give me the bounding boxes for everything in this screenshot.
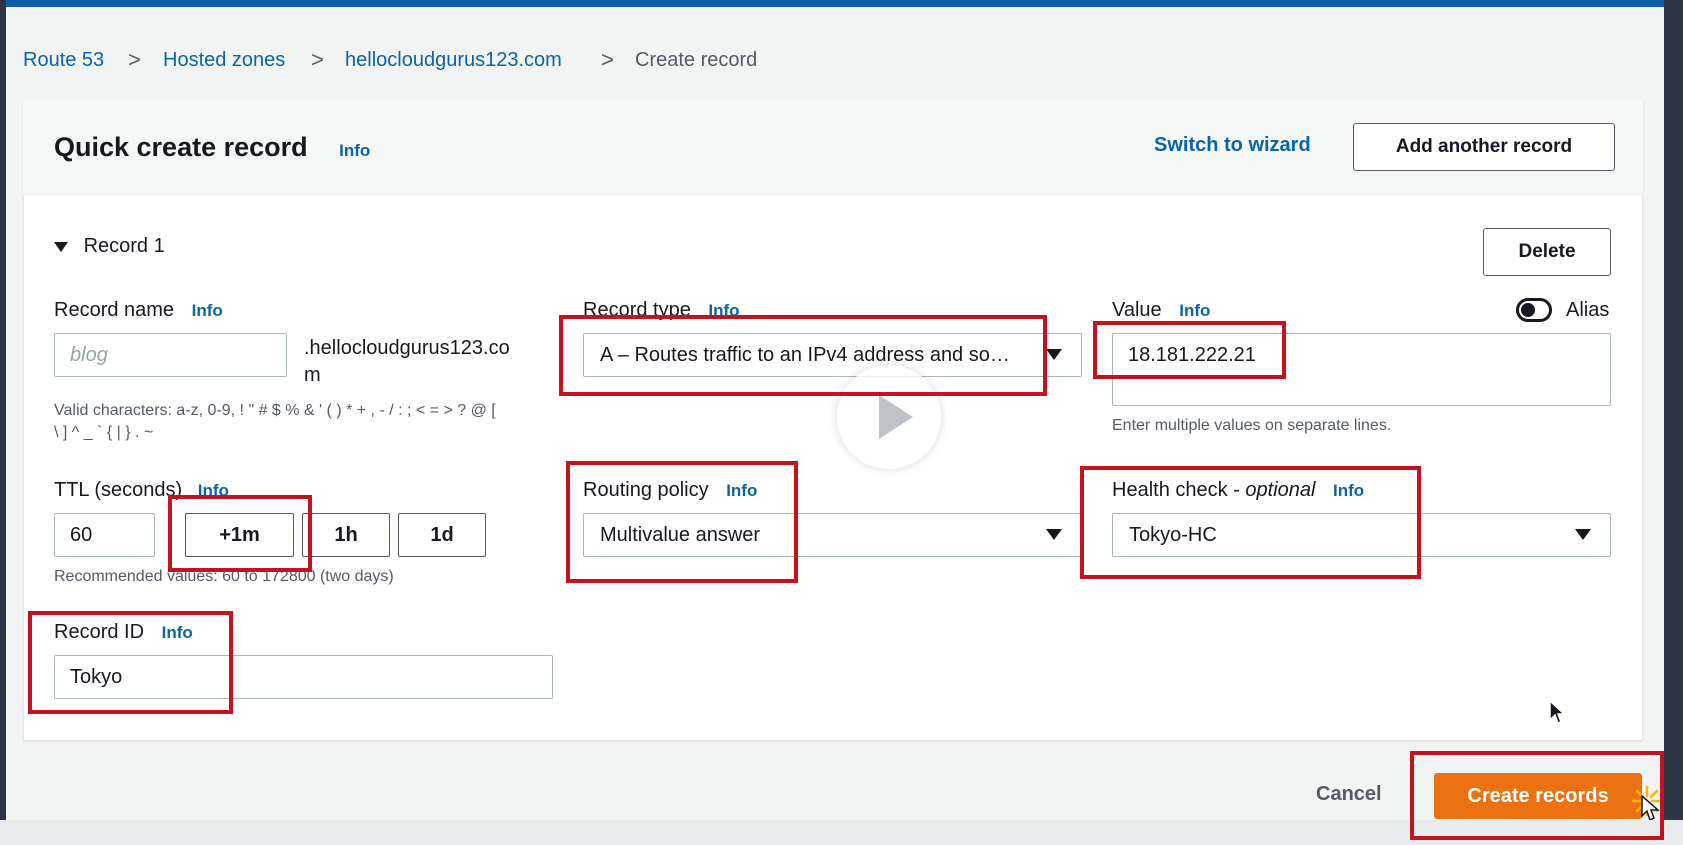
value-hint: Enter multiple values on separate lines. xyxy=(1112,417,1392,434)
breadcrumb-separator-icon: > xyxy=(128,47,141,72)
title-info-link[interactable]: Info xyxy=(339,141,370,160)
record-name-hint-line2: \ ] ^ _ ` { | } . ~ xyxy=(54,424,154,441)
page-title-text: Quick create record xyxy=(54,132,308,162)
record-id-input[interactable]: Tokyo xyxy=(54,655,553,699)
domain-suffix-line1: .hellocloudgurus123.co xyxy=(304,337,510,359)
ttl-1d-button[interactable]: 1d xyxy=(398,513,486,557)
breadcrumb-hosted-zones[interactable]: Hosted zones xyxy=(163,48,285,72)
record-type-caret-icon xyxy=(1046,349,1062,360)
record-type-select[interactable]: A – Routes traffic to an IPv4 address an… xyxy=(583,333,1082,377)
caret-down-icon xyxy=(54,241,68,252)
record-id-value: Tokyo xyxy=(70,665,123,688)
record-name-hint: Valid characters: a-z, 0-9, ! " # $ % & … xyxy=(54,400,574,444)
video-play-button[interactable] xyxy=(837,365,941,469)
health-check-info-link[interactable]: Info xyxy=(1333,481,1364,500)
health-check-select[interactable]: Tokyo-HC xyxy=(1112,513,1611,557)
alias-toggle[interactable] xyxy=(1516,298,1552,322)
page-title: Quick create record Info xyxy=(54,130,370,168)
add-another-record-button[interactable]: Add another record xyxy=(1353,123,1615,171)
routing-policy-value: Multivalue answer xyxy=(600,523,761,546)
health-check-caret-icon xyxy=(1575,529,1591,540)
ttl-plus-1m-button[interactable]: +1m xyxy=(185,513,294,557)
alias-label: Alias xyxy=(1566,299,1610,321)
routing-policy-info-link[interactable]: Info xyxy=(726,481,757,500)
delete-record-button[interactable]: Delete xyxy=(1483,228,1611,276)
breadcrumb-hosted-zone[interactable]: hellocloudgurus123.com xyxy=(345,48,562,72)
ttl-label: TTL (seconds) Info xyxy=(54,478,229,503)
value-text: 18.181.222.21 xyxy=(1128,344,1256,366)
record-type-label: Record type Info xyxy=(583,298,740,323)
record-id-label: Record ID Info xyxy=(54,620,193,645)
health-check-label-text: Health check - xyxy=(1112,479,1246,501)
record-name-hint-line1: Valid characters: a-z, 0-9, ! " # $ % & … xyxy=(54,402,496,419)
record-id-info-link[interactable]: Info xyxy=(162,623,193,642)
record-name-label-text: Record name xyxy=(54,299,175,321)
pointer-cursor-icon xyxy=(1641,795,1660,822)
play-icon xyxy=(879,395,913,439)
record-type-info-link[interactable]: Info xyxy=(708,301,739,320)
switch-to-wizard-link[interactable]: Switch to wizard xyxy=(1154,134,1311,157)
record-section-toggle[interactable]: Record 1 xyxy=(54,234,165,258)
value-label-text: Value xyxy=(1112,299,1162,321)
cancel-button[interactable]: Cancel xyxy=(1316,783,1382,806)
mouse-cursor-icon xyxy=(1549,700,1566,724)
value-info-link[interactable]: Info xyxy=(1179,301,1210,320)
ttl-info-link[interactable]: Info xyxy=(198,481,229,500)
record-name-info-link[interactable]: Info xyxy=(192,301,223,320)
ttl-1h-button[interactable]: 1h xyxy=(302,513,390,557)
health-check-optional: optional xyxy=(1245,479,1316,501)
health-check-label: Health check - optional Info xyxy=(1112,478,1364,503)
toggle-knob xyxy=(1521,303,1535,317)
breadcrumb-current: Create record xyxy=(635,49,758,71)
record-name-label: Record name Info xyxy=(54,298,223,323)
breadcrumb-separator-icon: > xyxy=(601,47,614,72)
breadcrumb-separator-icon: > xyxy=(311,47,324,72)
routing-policy-label-text: Routing policy xyxy=(583,479,709,501)
record-type-value: A – Routes traffic to an IPv4 address an… xyxy=(600,343,1010,366)
domain-suffix-line2: m xyxy=(304,364,321,386)
routing-policy-select[interactable]: Multivalue answer xyxy=(583,513,1082,557)
create-records-button[interactable]: Create records xyxy=(1434,773,1642,819)
record-name-placeholder: blog xyxy=(70,343,108,366)
breadcrumb-route53[interactable]: Route 53 xyxy=(23,48,104,72)
record-id-label-text: Record ID xyxy=(54,621,145,643)
left-edge xyxy=(0,0,6,845)
bottom-strip xyxy=(0,820,1683,845)
ttl-input[interactable]: 60 xyxy=(54,513,155,557)
record-section-label: Record 1 xyxy=(83,235,165,257)
ttl-label-text: TTL (seconds) xyxy=(54,479,183,501)
value-label: Value Info xyxy=(1112,298,1210,323)
ttl-hint: Recommended values: 60 to 172800 (two da… xyxy=(54,568,394,585)
record-type-label-text: Record type xyxy=(583,299,691,321)
record-name-input[interactable]: blog xyxy=(54,333,287,377)
record-name-domain-suffix: .hellocloudgurus123.co m xyxy=(304,336,510,387)
right-edge xyxy=(1664,0,1683,845)
routing-policy-label: Routing policy Info xyxy=(583,478,757,503)
routing-policy-caret-icon xyxy=(1046,529,1062,540)
value-textarea[interactable]: 18.181.222.21 xyxy=(1112,333,1611,406)
top-nav-bar xyxy=(0,0,1683,7)
ttl-value: 60 xyxy=(70,523,93,546)
health-check-value: Tokyo-HC xyxy=(1129,523,1217,546)
